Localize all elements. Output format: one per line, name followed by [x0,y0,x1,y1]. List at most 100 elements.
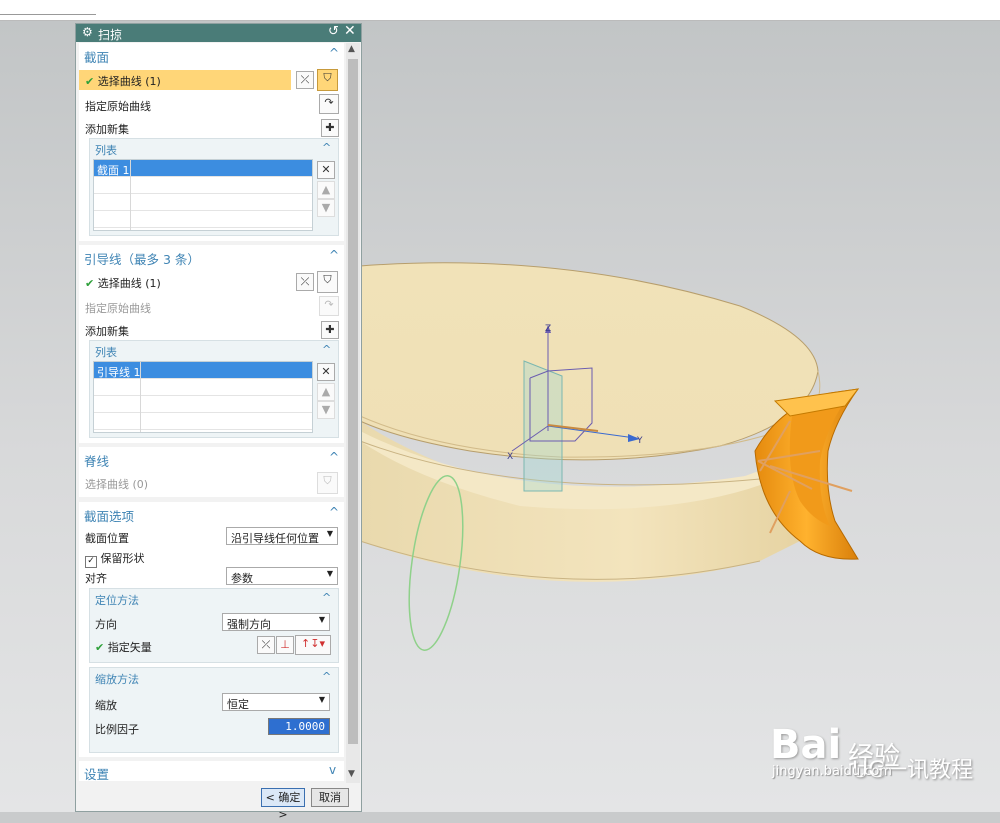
select-curve-icon[interactable]: ⛉ [317,271,338,293]
section-settings-header[interactable]: 设置 v [79,761,344,782]
section-spine: 脊线 ^ 选择曲线 (0) ⛉ [79,447,344,497]
direction-value: 强制方向 [227,618,271,631]
scaling-title: 缩放方法 [95,673,139,686]
vector-dialog-icon[interactable]: ↑↧▾ [295,635,331,655]
chevron-down-icon: ▼ [318,615,325,624]
dialog-content: 截面 ^ ✔ 选择曲线 (1) ⤫ ⛉ 指定原始曲线 ↷ 添加新集 ✚ 列表 ^… [79,43,344,783]
chevron-up-icon: ^ [322,591,332,604]
chevron-up-icon: ^ [329,46,340,60]
vector-label: 指定矢量 [107,641,152,654]
align-label: 对齐 [85,572,107,585]
delete-icon[interactable]: ✕ [317,363,335,381]
list-item-empty [94,413,312,430]
guides-add-new-set-label: 添加新集 [85,325,129,338]
list-item-empty [94,177,312,194]
add-set-icon[interactable]: ✚ [321,119,339,137]
dialog-footer: < 确定 > 取消 [76,784,361,821]
section-profile-header[interactable]: 截面 ^ [79,43,344,65]
chevron-up-icon: ^ [329,248,340,262]
preserve-shape-row[interactable]: ✓ 保留形状 [79,547,344,568]
position-label: 截面位置 [85,532,129,545]
guides-list-panel: 列表 ^ 引导线 1 ✕ ▲ ▼ [89,340,339,438]
dialog-scrollbar[interactable]: ▲ ▼ [346,43,360,783]
list-item-empty [94,379,312,396]
align-select[interactable]: 参数 ▼ [226,567,338,585]
watermark-brand: Bai [770,722,842,768]
add-set-icon[interactable]: ✚ [321,321,339,339]
profile-list-label: 列表 [95,144,117,157]
scaling-panel: 缩放方法 ^ 缩放 恒定 ▼ 比例因子 1.0000 [89,667,339,753]
guides-add-new-set[interactable]: 添加新集 [79,320,344,340]
scroll-down-icon[interactable]: ▼ [348,769,355,779]
section-options-header[interactable]: 截面选项 ^ [79,502,344,524]
x-axis-label: X [507,452,513,462]
position-select[interactable]: 沿引导线任何位置 ▼ [226,527,338,545]
profile-specify-original[interactable]: 指定原始曲线 [79,95,344,115]
section-options: 截面选项 ^ 截面位置 沿引导线任何位置 ▼ ✓ 保留形状 对齐 参数 ▼ 定位… [79,502,344,757]
original-curve-icon: ↷ [319,296,339,316]
profile-specify-original-label: 指定原始曲线 [85,100,151,113]
chevron-up-icon: ^ [322,141,332,154]
profile-select-curve[interactable]: ✔ 选择曲线 (1) [79,70,291,90]
direction-select[interactable]: 强制方向 ▼ [222,613,330,631]
list-item[interactable]: 引导线 1 [94,362,312,379]
guides-specify-original: 指定原始曲线 [79,297,344,317]
move-down-icon[interactable]: ▼ [317,401,335,419]
profile-add-new-set[interactable]: 添加新集 [79,118,344,138]
curve-rule-icon[interactable]: ⤫ [296,273,314,291]
scroll-thumb[interactable] [348,59,358,744]
direction-label: 方向 [95,618,117,631]
select-curve-icon[interactable]: ⛉ [317,69,338,91]
section-guides-header[interactable]: 引导线（最多 3 条） ^ [79,245,344,267]
original-curve-icon[interactable]: ↷ [319,94,339,114]
vector-rule-icon[interactable]: ⤫ [257,636,275,654]
section-settings-title: 设置 [84,767,110,782]
factor-input[interactable]: 1.0000 [268,718,330,735]
align-value: 参数 [231,572,253,585]
section-profile-title: 截面 [84,50,110,65]
scroll-up-icon[interactable]: ▲ [348,44,355,54]
chevron-down-icon: v [329,763,337,777]
section-spine-header[interactable]: 脊线 ^ [79,447,344,469]
profile-add-new-set-label: 添加新集 [85,123,129,136]
orientation-panel: 定位方法 ^ 方向 强制方向 ▼ ✔ 指定矢量 ⤫ ⊥ ↑↧▾ [89,588,339,663]
section-spine-title: 脊线 [84,454,110,469]
factor-label: 比例因子 [95,723,139,736]
dialog-titlebar: ⚙ 扫掠 ↺ ✕ [76,23,361,42]
ok-button[interactable]: < 确定 > [261,788,305,821]
check-icon: ✔ [85,75,95,88]
profile-list: 截面 1 [93,159,313,231]
list-item[interactable]: 截面 1 [94,160,312,177]
delete-icon[interactable]: ✕ [317,161,335,179]
profile-list-item-1: 截面 1 [97,164,130,177]
move-down-icon[interactable]: ▼ [317,199,335,217]
move-up-icon[interactable]: ▲ [317,383,335,401]
chevron-down-icon: ▼ [318,695,325,704]
reverse-direction-icon[interactable]: ⊥ [276,636,294,654]
chevron-up-icon: ^ [329,505,340,519]
position-value: 沿引导线任何位置 [231,532,319,545]
close-icon[interactable]: ✕ [344,23,356,39]
section-guides: 引导线（最多 3 条） ^ ✔ 选择曲线 (1) ⤫ ⛉ 指定原始曲线 ↷ 添加… [79,245,344,443]
cancel-button[interactable]: 取消 [311,788,349,807]
section-options-title: 截面选项 [84,509,135,524]
chevron-down-icon: ▼ [326,529,333,538]
chevron-down-icon: ▼ [326,569,333,578]
gear-icon[interactable]: ⚙ [82,25,93,39]
curve-rule-icon[interactable]: ⤫ [296,71,314,89]
chevron-up-icon: ^ [322,670,332,683]
watermark-site: jingyan.baidu.com [772,764,892,779]
scale-label: 缩放 [95,699,117,712]
section-settings: 设置 v [79,761,344,782]
reset-icon[interactable]: ↺ [328,24,339,39]
section-guides-title: 引导线（最多 3 条） [84,252,200,267]
check-icon: ✔ [85,277,95,290]
scale-select[interactable]: 恒定 ▼ [222,693,330,711]
guides-list-item-1: 引导线 1 [97,366,141,379]
y-axis-label: Y [636,436,643,446]
move-up-icon[interactable]: ▲ [317,181,335,199]
list-item-empty [94,396,312,413]
select-curve-icon: ⛉ [317,472,338,494]
list-item-empty [94,211,312,228]
section-profile: 截面 ^ ✔ 选择曲线 (1) ⤫ ⛉ 指定原始曲线 ↷ 添加新集 ✚ 列表 ^… [79,43,344,241]
